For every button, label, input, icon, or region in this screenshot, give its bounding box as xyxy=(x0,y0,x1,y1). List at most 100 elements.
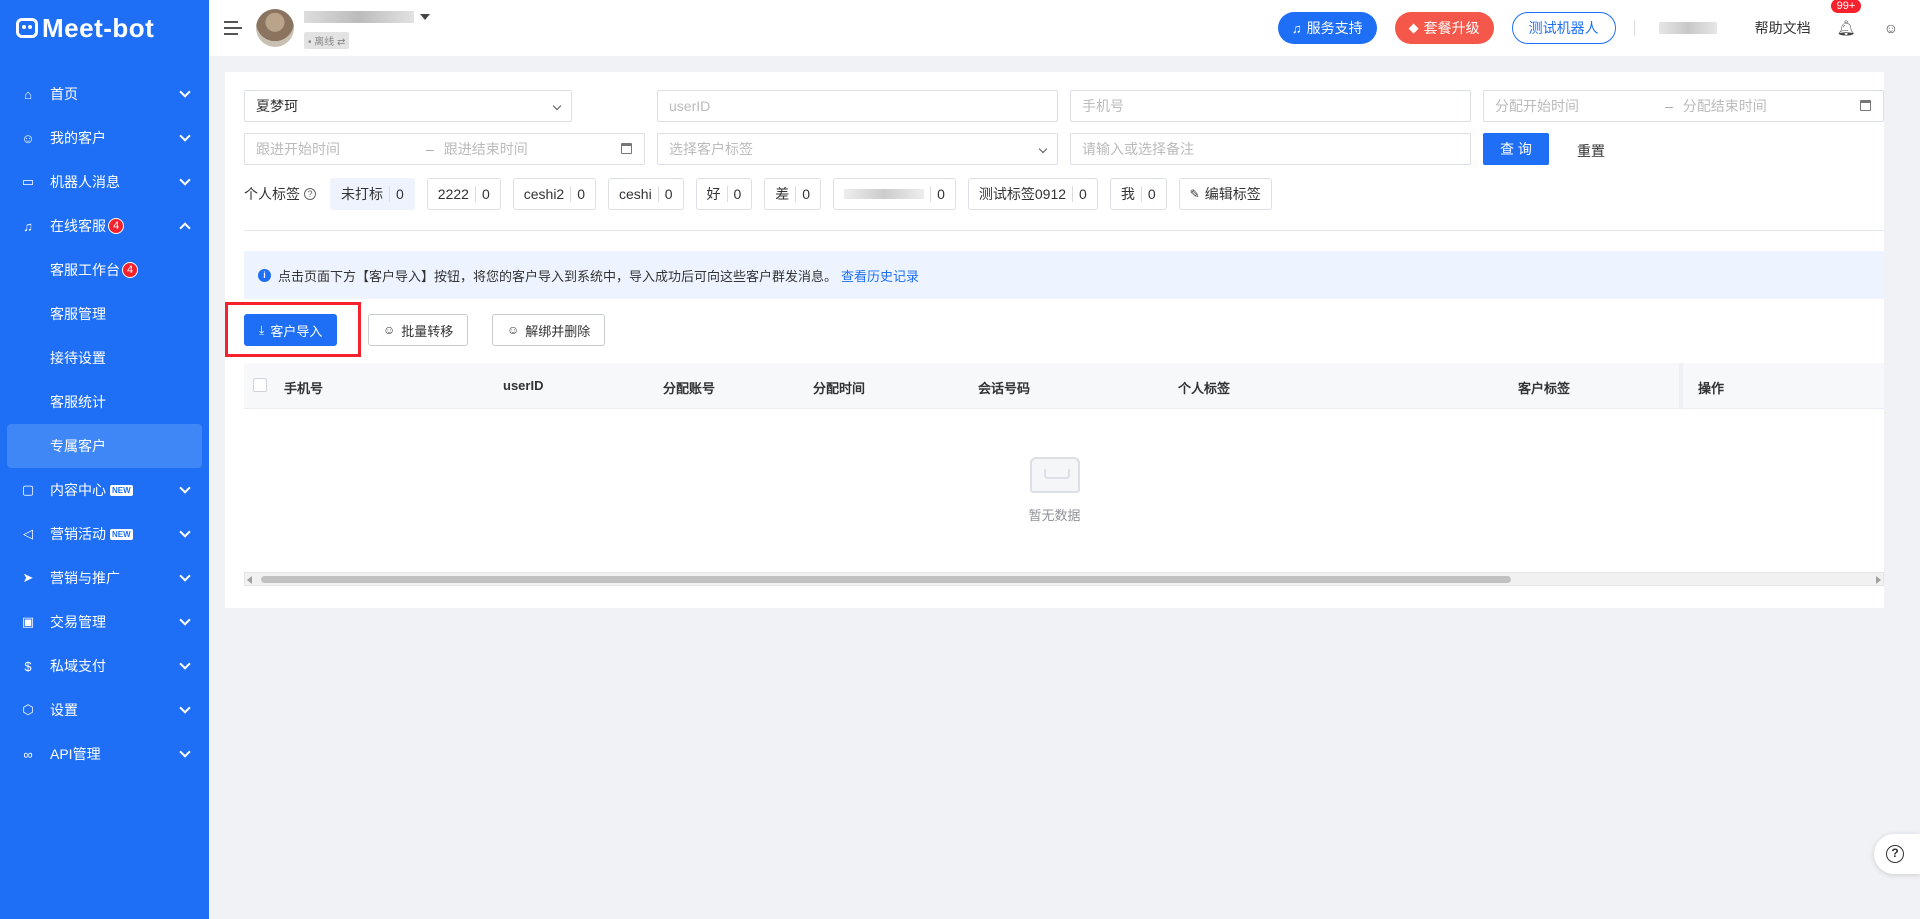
online-service-submenu: 客服工作台 4 客服管理 接待设置 客服统计 专属客户 xyxy=(0,248,209,468)
follow-date-range[interactable]: 跟进开始时间 – 跟进结束时间 xyxy=(244,133,645,165)
coin-icon: $ xyxy=(24,658,32,674)
tag-name: 2222 xyxy=(437,186,469,202)
sidebar-item-settings[interactable]: ⬡ 设置 xyxy=(0,688,209,732)
chevron-down-icon xyxy=(179,482,191,494)
horizontal-scrollbar[interactable] xyxy=(244,572,1884,586)
sidebar-item-exclusive-customers[interactable]: 专属客户 xyxy=(7,424,202,468)
sidebar-item-marketing-promotion[interactable]: ➤ 营销与推广 xyxy=(0,556,209,600)
test-robot-button[interactable]: 测试机器人 xyxy=(1511,12,1616,44)
sidebar-item-service-workbench[interactable]: 客服工作台 4 xyxy=(0,248,209,292)
chevron-down-icon xyxy=(552,101,562,111)
tag-chip[interactable]: 差 0 xyxy=(764,178,822,210)
column-header: 手机号 xyxy=(284,381,324,396)
follow-start-placeholder: 跟进开始时间 xyxy=(256,141,340,157)
tag-name-redacted xyxy=(844,189,925,199)
sidebar-item-label: 专属客户 xyxy=(50,438,106,454)
sidebar-item-content-center[interactable]: ▢ 内容中心 NEW xyxy=(0,468,209,512)
scrollbar-thumb[interactable] xyxy=(261,576,1511,583)
sidebar-item-marketing-campaigns[interactable]: ◁ 营销活动 NEW xyxy=(0,512,209,556)
tag-chip[interactable]: 我 0 xyxy=(1109,178,1167,210)
phone-placeholder: 手机号 xyxy=(1082,98,1124,114)
tag-chip[interactable]: 未打标 0 xyxy=(330,178,415,210)
user-remove-icon: ☺ xyxy=(507,323,520,337)
select-all-checkbox[interactable] xyxy=(253,378,267,392)
sidebar-item-label: 机器人消息 xyxy=(50,174,120,190)
upgrade-plan-button[interactable]: ◆ 套餐升级 xyxy=(1394,12,1494,44)
unbind-delete-button[interactable]: ☺ 解绑并删除 xyxy=(492,314,606,346)
sidebar-item-transactions[interactable]: ▣ 交易管理 xyxy=(0,600,209,644)
sidebar-item-my-customers[interactable]: ☺ 我的客户 xyxy=(0,116,209,160)
tag-count: 0 xyxy=(389,186,404,202)
reset-button[interactable]: 重置 xyxy=(1577,141,1605,161)
sidebar-item-service-stats[interactable]: 客服统计 xyxy=(0,380,209,424)
tag-chip[interactable]: 2222 0 xyxy=(426,178,501,210)
sidebar-item-label: 我的客户 xyxy=(50,130,106,146)
sidebar-item-api-management[interactable]: ∞ API管理 xyxy=(0,732,209,776)
sidebar-item-private-payment[interactable]: $ 私域支付 xyxy=(0,644,209,688)
tag-chip[interactable]: ceshi 0 xyxy=(608,178,684,210)
tag-count: 0 xyxy=(726,186,741,202)
home-icon: ⌂ xyxy=(24,86,32,102)
account-status-badge: • 离线 ⇄ xyxy=(304,31,350,49)
new-badge: NEW xyxy=(110,484,133,496)
test-robot-label: 测试机器人 xyxy=(1528,20,1599,36)
sidebar-item-reception-settings[interactable]: 接待设置 xyxy=(0,336,209,380)
unbind-delete-label: 解绑并删除 xyxy=(525,323,591,339)
account-switcher[interactable]: • 离线 ⇄ xyxy=(304,8,430,49)
sidebar-item-label: 首页 xyxy=(50,86,78,102)
tag-name: 我 xyxy=(1120,186,1135,202)
tag-name: 差 xyxy=(775,186,790,202)
tag-chip[interactable]: 好 0 xyxy=(695,178,753,210)
empty-state: 暂无数据 xyxy=(225,457,1884,524)
floating-help-button[interactable]: ? xyxy=(1874,834,1920,874)
chevron-down-icon xyxy=(179,746,191,758)
collapse-menu-icon[interactable] xyxy=(224,21,242,35)
query-button[interactable]: 查 询 xyxy=(1483,133,1549,165)
scroll-left-arrow-icon[interactable] xyxy=(247,576,252,584)
column-header: 个人标签 xyxy=(1178,381,1231,396)
chevron-down-icon xyxy=(179,174,191,186)
avatar[interactable] xyxy=(256,9,294,47)
sidebar-item-home[interactable]: ⌂ 首页 xyxy=(0,72,209,116)
sidebar-item-label: 设置 xyxy=(50,702,78,718)
link-icon: ∞ xyxy=(23,746,33,762)
history-link[interactable]: 查看历史记录 xyxy=(841,266,919,285)
content-icon: ▢ xyxy=(21,482,35,497)
tag-chip[interactable]: 0 xyxy=(833,178,956,210)
phone-input[interactable]: 手机号 xyxy=(1070,90,1471,122)
profile-icon[interactable]: ☺ xyxy=(1884,20,1898,36)
staff-select[interactable]: 夏梦珂 xyxy=(244,90,572,122)
notice-text: 点击页面下方【客户导入】按钮，将您的客户导入到系统中，导入成功后可向这些客户群发… xyxy=(278,268,838,284)
assign-date-range[interactable]: 分配开始时间 – 分配结束时间 xyxy=(1483,90,1884,122)
tag-chip[interactable]: 测试标签0912 0 xyxy=(967,178,1098,210)
sidebar-item-label: 内容中心 xyxy=(50,482,106,498)
sidebar-menu: ⌂ 首页 ☺ 我的客户 ▭ 机器人消息 ♫ 在线客服 4 客服工作台 4 客服管… xyxy=(0,72,209,776)
notifications-button[interactable]: 🔔︎ 99+ xyxy=(1830,0,1862,37)
unread-badge: 4 xyxy=(108,218,124,234)
remark-input[interactable]: 请输入或选择备注 xyxy=(1070,133,1471,165)
column-header: 操作 xyxy=(1698,381,1725,396)
sidebar-item-online-service[interactable]: ♫ 在线客服 4 xyxy=(0,204,209,248)
help-circle-icon[interactable]: ? xyxy=(304,188,316,200)
column-header: 分配账号 xyxy=(663,381,716,396)
sidebar-item-robot-messages[interactable]: ▭ 机器人消息 xyxy=(0,160,209,204)
caret-down-icon xyxy=(420,13,430,25)
logo[interactable]: Meet-bot xyxy=(0,0,209,56)
user-icon: ☺ xyxy=(383,323,396,337)
username-redacted[interactable] xyxy=(1658,22,1717,34)
scroll-right-arrow-icon[interactable] xyxy=(1876,576,1881,584)
sidebar-item-service-management[interactable]: 客服管理 xyxy=(0,292,209,336)
customer-tag-select[interactable]: 选择客户标签 xyxy=(657,133,1058,165)
chevron-down-icon xyxy=(179,658,191,670)
settings-icon: ⬡ xyxy=(22,702,34,717)
chevron-up-icon xyxy=(179,222,191,234)
tag-chip[interactable]: ceshi2 0 xyxy=(512,178,597,210)
batch-transfer-button[interactable]: ☺ 批量转移 xyxy=(368,314,469,346)
userid-input[interactable]: userID xyxy=(657,90,1058,122)
personal-tags-label: 个人标签 xyxy=(244,186,300,202)
tag-count: 0 xyxy=(570,186,585,202)
sidebar-item-label: 营销活动 xyxy=(50,526,106,542)
help-docs-link[interactable]: 帮助文档 xyxy=(1755,18,1811,38)
service-support-button[interactable]: ♫ 服务支持 xyxy=(1277,12,1377,44)
edit-tags-button[interactable]: ✎ 编辑标签 xyxy=(1178,178,1272,210)
